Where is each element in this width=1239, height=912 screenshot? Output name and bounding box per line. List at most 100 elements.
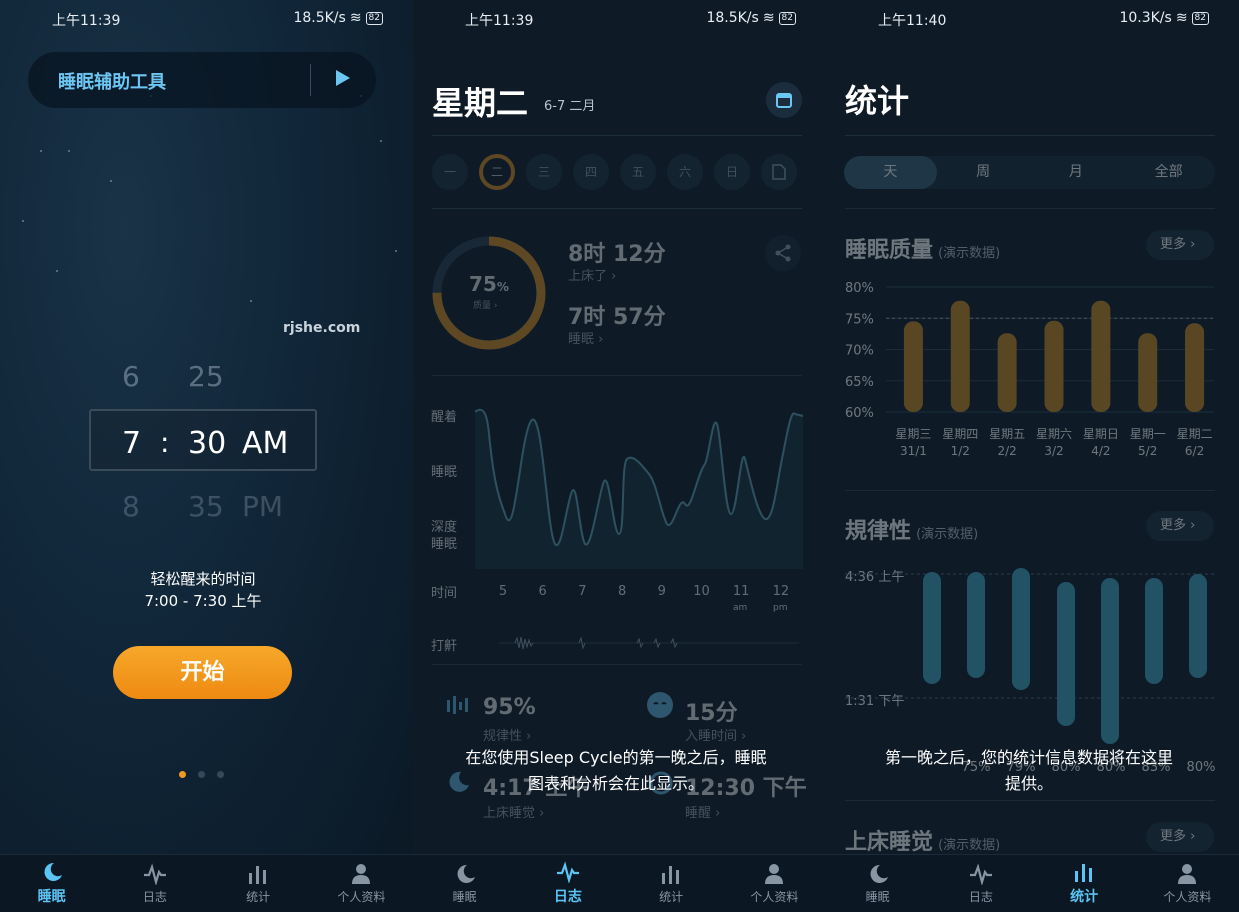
status-bar: 上午11:39 18.5K/s ≋ 82 xyxy=(413,10,826,29)
bottom-nav: 睡眠 日志 统计 个人资料 xyxy=(413,854,826,912)
bottom-nav: 睡眠 日志 统计 个人资料 xyxy=(826,854,1239,912)
bars-icon xyxy=(1075,864,1093,882)
nav-stats[interactable]: 统计 xyxy=(1033,855,1136,912)
page-dot-active xyxy=(179,771,186,778)
in-bed-label[interactable]: 上床了 › xyxy=(568,265,616,284)
bedtime-label[interactable]: 上床睡觉 › xyxy=(483,802,544,821)
watermark: rjshe.com xyxy=(283,320,361,336)
picker-ampm-below[interactable]: PM xyxy=(242,490,283,523)
journal-screen: 上午11:39 18.5K/s ≋ 82 星期二 6-7 二月 一二三四五六日 75… xyxy=(413,0,826,912)
empty-state-line1: 第一晚之后，您的统计信息数据将在这里 xyxy=(884,748,1173,767)
x-tick-label: 星期二 xyxy=(1177,427,1213,441)
quality-label[interactable]: 质量 › xyxy=(473,298,497,311)
picker-min-above[interactable]: 25 xyxy=(188,360,224,393)
nav-journal[interactable]: 日志 xyxy=(516,855,619,912)
status-bar: 上午11:40 10.3K/s ≋ 82 xyxy=(826,10,1239,29)
share-button[interactable] xyxy=(765,235,801,271)
picker-hour-above[interactable]: 6 xyxy=(122,360,140,393)
picker-min-below[interactable]: 35 xyxy=(188,490,224,523)
play-icon[interactable] xyxy=(334,68,352,92)
weekday-1[interactable]: 二 xyxy=(479,154,515,190)
document-icon[interactable] xyxy=(761,154,797,190)
wake-window-title: 轻松醒来的时间 xyxy=(150,570,256,588)
sleep-aid-tool-bar[interactable]: 睡眠辅助工具 xyxy=(28,52,376,108)
stats-screen: 上午11:40 10.3K/s ≋ 82 统计 天周月全部 睡眠质量 (演示数据) … xyxy=(826,0,1239,912)
asleep-value: 7时 57分 xyxy=(568,305,666,330)
quality-bar xyxy=(1138,333,1158,412)
bars-icon xyxy=(662,865,680,884)
quality-more-button[interactable]: 更多 › xyxy=(1146,230,1214,260)
sleep-onset-value: 15分 xyxy=(685,701,738,726)
nav-sleep[interactable]: 睡眠 xyxy=(413,855,516,912)
time-axis-label: 时间 xyxy=(431,586,458,601)
date-range: 6-7 二月 xyxy=(544,99,596,114)
battery-icon: 82 xyxy=(1191,11,1209,25)
nav-stats[interactable]: 统计 xyxy=(620,855,723,912)
start-button-label: 开始 xyxy=(180,660,225,685)
nav-profile[interactable]: 个人资料 xyxy=(310,855,413,912)
nav-journal[interactable]: 日志 xyxy=(929,855,1032,912)
hour-tick: 8 xyxy=(617,584,627,599)
wake-time-label[interactable]: 睡醒 › xyxy=(685,802,720,821)
status-time: 上午11:39 xyxy=(465,13,534,29)
regularity-more-button[interactable]: 更多 › xyxy=(1146,511,1214,541)
weekday-2[interactable]: 三 xyxy=(526,154,562,190)
empty-state-message: 第一晚之后，您的统计信息数据将在这里 提供。 xyxy=(826,745,1232,797)
picker-minute[interactable]: 30 xyxy=(188,426,226,461)
picker-hour[interactable]: 7 xyxy=(122,426,141,461)
time-picker[interactable]: 6 25 7 : 30 AM 8 35 PM xyxy=(0,350,413,530)
page-dot xyxy=(217,771,224,778)
start-button[interactable]: 开始 xyxy=(113,646,292,699)
page-indicator xyxy=(179,771,224,778)
empty-state-message: 在您使用Sleep Cycle的第一晚之后，睡眠 图表和分析会在此显示。 xyxy=(413,745,819,797)
regularity-chart xyxy=(845,568,1214,744)
battery-icon: 82 xyxy=(365,11,383,25)
weekday-0[interactable]: 一 xyxy=(432,154,468,190)
status-bar: 上午11:39 18.5K/s ≋ 82 xyxy=(0,10,413,29)
regularity-label[interactable]: 规律性 › xyxy=(483,725,531,744)
bedtime-section-title: 上床睡觉 (演示数据) xyxy=(845,830,1001,855)
tab-0[interactable]: 天 xyxy=(844,156,937,189)
calendar-icon xyxy=(776,93,792,108)
moon-icon xyxy=(44,862,62,881)
hour-tick: 12 xyxy=(772,584,790,599)
x-tick-label: 6/2 xyxy=(1185,444,1204,458)
wifi-icon: ≋ xyxy=(762,10,775,26)
x-tick-label: 31/1 xyxy=(900,444,927,458)
in-bed-value: 8时 12分 xyxy=(568,242,666,267)
asleep-label[interactable]: 睡眠 › xyxy=(568,328,603,347)
hour-tick: 11 xyxy=(732,584,750,599)
nav-profile[interactable]: 个人资料 xyxy=(1136,855,1239,912)
bedtime-more-button[interactable]: 更多 › xyxy=(1146,822,1214,852)
person-icon xyxy=(1178,863,1197,884)
weekday-5[interactable]: 六 xyxy=(667,154,703,190)
sleep-quality-chart: 60% 65% 70% 75% 80% 星期三 31/1 星期四 1/2 星期五 2/2 星期六 3/2… xyxy=(845,281,1214,458)
bars-icon xyxy=(249,865,267,884)
empty-state-line2: 图表和分析会在此显示。 xyxy=(527,774,704,793)
sleep-onset-label[interactable]: 入睡时间 › xyxy=(685,725,746,744)
weekday-3[interactable]: 四 xyxy=(573,154,609,190)
picker-ampm[interactable]: AM xyxy=(242,426,288,461)
nav-sleep[interactable]: 睡眠 xyxy=(0,855,103,912)
empty-state-line2: 提供。 xyxy=(1004,774,1053,793)
picker-separator: : xyxy=(160,426,170,459)
pulse-icon xyxy=(969,862,992,885)
nav-stats[interactable]: 统计 xyxy=(207,855,310,912)
nav-profile[interactable]: 个人资料 xyxy=(723,855,826,912)
nav-journal[interactable]: 日志 xyxy=(103,855,206,912)
calendar-button[interactable] xyxy=(766,82,802,118)
x-tick-label: 3/2 xyxy=(1044,444,1063,458)
picker-hour-below[interactable]: 8 xyxy=(122,490,140,523)
tab-1[interactable]: 周 xyxy=(937,156,1030,189)
quality-bar xyxy=(1091,300,1111,412)
tab-3[interactable]: 全部 xyxy=(1122,156,1215,189)
nav-sleep[interactable]: 睡眠 xyxy=(826,855,929,912)
sleep-graph xyxy=(475,408,803,569)
x-tick-label: 星期六 xyxy=(1036,427,1072,441)
weekday-4[interactable]: 五 xyxy=(620,154,656,190)
weekday-6[interactable]: 日 xyxy=(714,154,750,190)
y-tick-label: 75% xyxy=(845,312,874,327)
bottom-nav: 睡眠 日志 统计 个人资料 xyxy=(0,854,413,912)
tab-2[interactable]: 月 xyxy=(1030,156,1123,189)
snore-label: 打鼾 xyxy=(431,639,458,654)
